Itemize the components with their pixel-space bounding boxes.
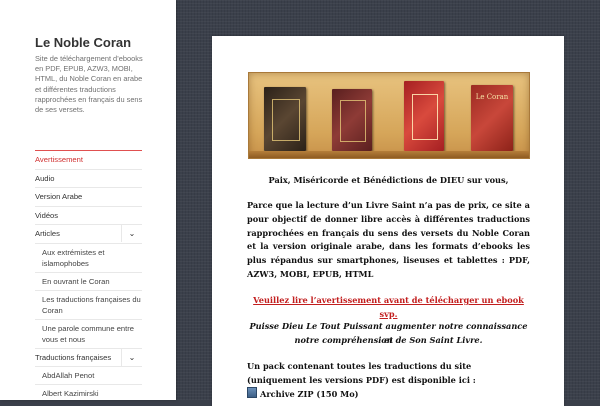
nav-subitem-label[interactable]: Les traductions françaises du Coran	[35, 291, 142, 319]
site-title[interactable]: Le Noble Coran	[35, 35, 131, 50]
site-description: Site de téléchargement d’ebooks en PDF, …	[35, 54, 143, 115]
nav-subitem-label[interactable]: Albert Kazimirski	[35, 385, 142, 402]
book-dark-brown	[264, 87, 306, 151]
main-navigation: Avertissement Audio Version Arabe Vidéos…	[35, 150, 142, 402]
chevron-down-icon[interactable]: ⌄	[121, 348, 142, 366]
nav-item-label[interactable]: Avertissement	[35, 151, 142, 169]
nav-item-version-arabe[interactable]: Version Arabe	[35, 187, 142, 206]
nav-item-articles[interactable]: Articles ⌄	[35, 224, 142, 243]
book-le-coran: Le Coran	[471, 85, 513, 151]
nav-subitem-kazimirski[interactable]: Albert Kazimirski	[35, 384, 142, 402]
greeting-text: Paix, Miséricorde et Bénédictions de DIE…	[268, 175, 509, 185]
nav-item-videos[interactable]: Vidéos	[35, 205, 142, 225]
sidebar: Le Noble Coran Site de téléchargement d’…	[0, 0, 176, 400]
chevron-down-icon[interactable]: ⌄	[121, 225, 142, 242]
nav-item-traductions-francaises[interactable]: Traductions françaises ⌄	[35, 347, 142, 367]
book-red	[404, 81, 444, 151]
zip-file-icon	[247, 387, 257, 398]
nav-item-label[interactable]: Audio	[35, 170, 142, 188]
nav-item-avertissement[interactable]: Avertissement	[35, 150, 142, 169]
nav-subitem-extremistes[interactable]: Aux extrémistes et islamophobes	[35, 242, 142, 272]
warning-link[interactable]: Veuillez lire l’avertissement avant de t…	[253, 295, 524, 319]
shelf-board	[249, 151, 529, 158]
content-card: Le Coran Paix, Miséricorde et Bénédictio…	[212, 36, 564, 406]
nav-item-label[interactable]: Version Arabe	[35, 188, 142, 206]
pack-text: Un pack contenant toutes les traductions…	[247, 361, 476, 385]
nav-subitem-parole-commune[interactable]: Une parole commune entre vous et nous	[35, 318, 142, 348]
nav-subitem-en-ouvrant[interactable]: En ouvrant le Coran	[35, 271, 142, 290]
book-ornament	[272, 98, 300, 142]
archive-row: Archive ZIP (150 Mo)	[247, 387, 530, 401]
nav-subitem-label[interactable]: Aux extrémistes et islamophobes	[35, 244, 142, 272]
nav-subitem-penot[interactable]: AbdAllah Penot	[35, 366, 142, 384]
intro-paragraph: Parce que la lecture d’un Livre Saint n’…	[247, 200, 530, 279]
book-ornament	[412, 93, 438, 141]
prayer-line-2: notre compréhension de Son Saint Livre.	[294, 335, 483, 345]
books-shelf-image: Le Coran	[248, 72, 530, 159]
nav-subitem-label[interactable]: AbdAllah Penot	[35, 367, 142, 384]
book-maroon	[332, 89, 372, 151]
book-ornament	[340, 100, 366, 142]
archive-zip-link[interactable]: Archive ZIP (150 Mo)	[260, 389, 359, 399]
nav-subitem-label[interactable]: En ouvrant le Coran	[35, 273, 142, 290]
nav-item-audio[interactable]: Audio	[35, 168, 142, 188]
nav-item-label[interactable]: Vidéos	[35, 207, 142, 225]
book-title-text: Le Coran	[475, 93, 509, 101]
nav-subitem-label[interactable]: Une parole commune entre vous et nous	[35, 320, 142, 348]
nav-subitem-traductions-francaises-coran[interactable]: Les traductions françaises du Coran	[35, 289, 142, 319]
